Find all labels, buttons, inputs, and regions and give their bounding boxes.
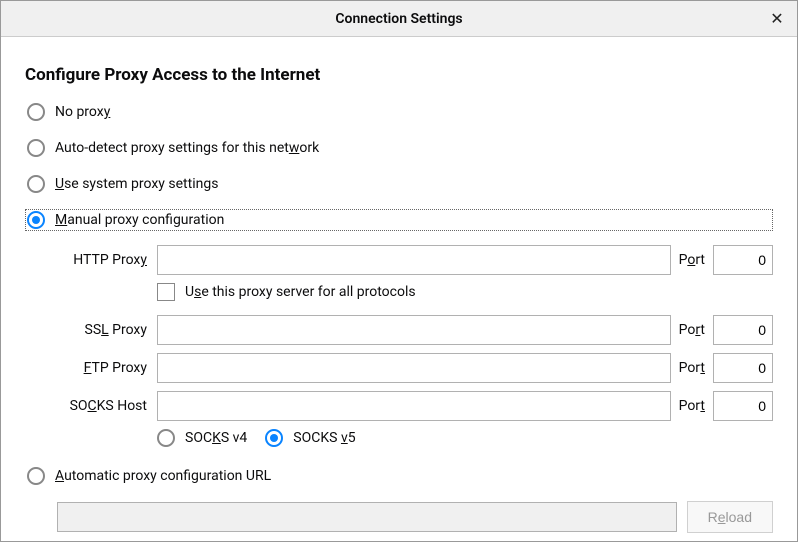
radio-system-label: Use system proxy settings xyxy=(55,176,218,192)
ssl-port-label: Port xyxy=(671,322,713,338)
close-button[interactable]: ✕ xyxy=(767,9,787,29)
titlebar: Connection Settings ✕ xyxy=(1,1,797,37)
http-port-input[interactable] xyxy=(713,245,773,275)
auto-url-input[interactable] xyxy=(57,502,677,532)
socks-version-row: SOCKS v4 SOCKS v5 xyxy=(157,429,773,447)
close-icon: ✕ xyxy=(770,9,783,29)
http-proxy-label: HTTP Proxy xyxy=(57,252,157,268)
radio-manual[interactable] xyxy=(27,211,45,229)
radio-manual-row[interactable]: Manual proxy configuration xyxy=(25,209,773,231)
radio-auto-url[interactable] xyxy=(27,467,45,485)
radio-auto-detect-row[interactable]: Auto-detect proxy settings for this netw… xyxy=(25,137,773,159)
ftp-proxy-label: FTP Proxy xyxy=(57,360,157,376)
socks-host-label: SOCKS Host xyxy=(57,398,157,414)
use-all-protocols-label: Use this proxy server for all protocols xyxy=(185,284,416,300)
socks-v5-label: SOCKS v5 xyxy=(293,430,355,446)
socks-host-row: SOCKS Host Port xyxy=(57,391,773,421)
radio-manual-label: Manual proxy configuration xyxy=(55,212,224,228)
proxy-grid: HTTP Proxy Port Use this proxy server fo… xyxy=(57,245,773,447)
reload-button[interactable]: Reload xyxy=(687,501,773,533)
radio-no-proxy[interactable] xyxy=(27,103,45,121)
radio-no-proxy-row[interactable]: No proxy xyxy=(25,101,773,123)
ftp-proxy-row: FTP Proxy Port xyxy=(57,353,773,383)
radio-auto-detect-label: Auto-detect proxy settings for this netw… xyxy=(55,140,319,156)
use-all-protocols-checkbox[interactable] xyxy=(157,283,175,301)
radio-system[interactable] xyxy=(27,175,45,193)
ftp-port-label: Port xyxy=(671,360,713,376)
radio-auto-url-row[interactable]: Automatic proxy configuration URL xyxy=(25,465,773,487)
dialog-title: Connection Settings xyxy=(335,11,462,27)
radio-system-row[interactable]: Use system proxy settings xyxy=(25,173,773,195)
socks-port-input[interactable] xyxy=(713,391,773,421)
http-proxy-row: HTTP Proxy Port xyxy=(57,245,773,275)
radio-auto-detect[interactable] xyxy=(27,139,45,157)
radio-socks-v5[interactable] xyxy=(265,429,283,447)
auto-url-input-row: Reload xyxy=(57,501,773,533)
section-heading: Configure Proxy Access to the Internet xyxy=(25,65,773,85)
ftp-port-input[interactable] xyxy=(713,353,773,383)
ssl-proxy-label: SSL Proxy xyxy=(57,322,157,338)
ssl-proxy-input[interactable] xyxy=(157,315,671,345)
ftp-proxy-input[interactable] xyxy=(157,353,671,383)
radio-auto-url-label: Automatic proxy configuration URL xyxy=(55,468,271,484)
ssl-proxy-row: SSL Proxy Port xyxy=(57,315,773,345)
socks-host-input[interactable] xyxy=(157,391,671,421)
http-port-label: Port xyxy=(671,252,713,268)
socks-v4-label: SOCKS v4 xyxy=(185,430,247,446)
ssl-port-input[interactable] xyxy=(713,315,773,345)
radio-no-proxy-label: No proxy xyxy=(55,104,110,120)
content-area: Configure Proxy Access to the Internet N… xyxy=(1,37,797,545)
socks-v4-option[interactable]: SOCKS v4 xyxy=(157,429,247,447)
http-proxy-input[interactable] xyxy=(157,245,671,275)
use-all-protocols-row[interactable]: Use this proxy server for all protocols xyxy=(157,283,773,301)
socks-port-label: Port xyxy=(671,398,713,414)
radio-socks-v4[interactable] xyxy=(157,429,175,447)
socks-v5-option[interactable]: SOCKS v5 xyxy=(265,429,355,447)
